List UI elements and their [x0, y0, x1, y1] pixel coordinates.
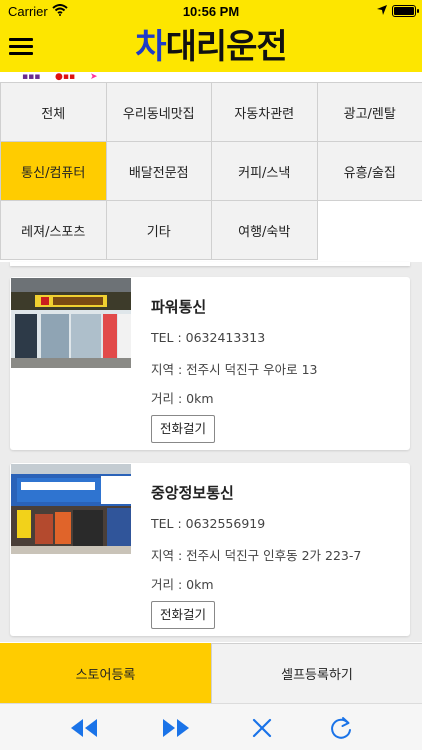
refresh-icon[interactable]	[326, 714, 356, 742]
store-region: 지역 : 전주시 덕진구 우아로 13	[151, 362, 318, 377]
call-button[interactable]: 전화걸기	[151, 415, 216, 443]
store-photo	[11, 278, 131, 368]
category-grid: 전체 우리동네맛집 자동차관련 광고/렌탈 통신/컴퓨터 배달전문점 커피/스낵…	[0, 82, 422, 260]
category-travel-lodging[interactable]: 여행/숙박	[212, 201, 318, 260]
clock: 10:56 PM	[182, 4, 240, 19]
store-name: 중앙정보통신	[151, 484, 234, 502]
logo-accent: 차	[135, 27, 166, 67]
location-arrow-icon	[376, 4, 388, 19]
category-automotive[interactable]: 자동차관련	[212, 83, 318, 142]
store-card[interactable]: 파워통신 TEL : 0632413313 지역 : 전주시 덕진구 우아로 1…	[10, 277, 410, 450]
bottom-toolbar	[0, 703, 422, 750]
store-photo	[11, 464, 131, 554]
self-register-button[interactable]: 셀프등록하기	[211, 643, 422, 703]
category-coffee-snack[interactable]: 커피/스낵	[212, 142, 318, 201]
previous-card-edge	[10, 262, 410, 266]
banner-logo-mark: ●▪▪	[55, 72, 76, 82]
app-header: 차대리운전	[0, 22, 422, 72]
category-nightlife[interactable]: 유흥/술집	[317, 142, 422, 201]
store-list: 파워통신 TEL : 0632413313 지역 : 전주시 덕진구 우아로 1…	[0, 262, 422, 642]
call-button[interactable]: 전화걸기	[151, 601, 216, 629]
category-empty-cell	[317, 201, 422, 259]
category-leisure-sports[interactable]: 레져/스포츠	[1, 201, 107, 260]
close-icon[interactable]	[248, 714, 278, 742]
banner-logo-mark: ▪▪▪	[22, 72, 41, 82]
status-bar: Carrier 10:56 PM	[0, 0, 422, 22]
category-ad-rental[interactable]: 광고/렌탈	[317, 83, 422, 142]
category-local-food[interactable]: 우리동네맛집	[106, 83, 212, 142]
rewind-icon[interactable]	[68, 714, 98, 742]
store-tel: TEL : 0632413313	[151, 330, 266, 345]
logo-text: 대리운전	[165, 27, 288, 67]
store-card[interactable]: 중앙정보통신 TEL : 0632556919 지역 : 전주시 덕진구 인후동…	[10, 463, 410, 636]
banner-logo-mark: ➤	[90, 72, 98, 82]
app-logo-title: 차대리운전	[0, 26, 422, 68]
fast-forward-icon[interactable]	[160, 714, 190, 742]
category-all[interactable]: 전체	[1, 83, 107, 142]
store-region: 지역 : 전주시 덕진구 인후동 2가 223-7	[151, 548, 362, 563]
category-delivery[interactable]: 배달전문점	[106, 142, 212, 201]
store-distance: 거리 : 0km	[151, 391, 214, 406]
store-register-button[interactable]: 스토어등록	[0, 643, 211, 703]
category-telecom-computer[interactable]: 통신/컴퓨터	[1, 142, 107, 201]
store-name: 파워통신	[151, 298, 207, 316]
bottom-actions: 스토어등록 셀프등록하기	[0, 643, 422, 703]
battery-icon	[392, 5, 419, 17]
store-distance: 거리 : 0km	[151, 577, 214, 592]
store-tel: TEL : 0632556919	[151, 516, 266, 531]
category-etc[interactable]: 기타	[106, 201, 212, 260]
